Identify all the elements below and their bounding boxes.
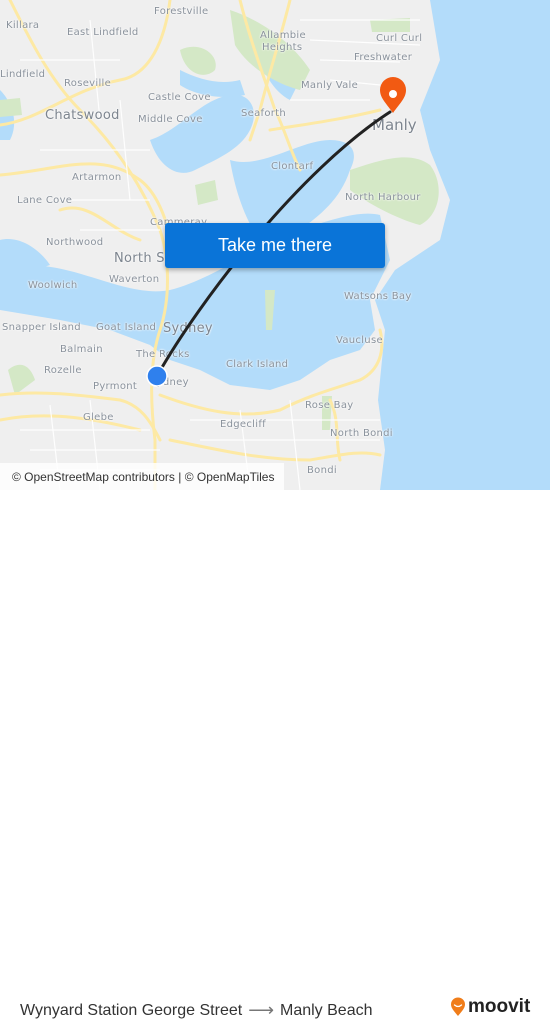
moovit-pin-icon [451,997,465,1016]
destination-pin-icon [380,77,406,113]
brand-name: moovit [468,996,531,1017]
route-summary: Wynyard Station George Street ⟶ Manly Be… [20,1000,373,1021]
origin-name: Wynyard Station George Street [20,1001,243,1019]
destination-name: Manly Beach [280,1001,373,1019]
moovit-logo[interactable]: moovit [450,996,530,1018]
footer: Wynyard Station George Street ⟶ Manly Be… [0,490,550,1020]
arrow-right-icon: ⟶ [248,1000,274,1020]
take-me-there-button[interactable]: Take me there [165,223,385,268]
map-attribution[interactable]: © OpenStreetMap contributors | © OpenMap… [0,463,285,490]
origin-marker [146,365,168,387]
map[interactable]: Killara Forestville East Lindfield Allam… [0,0,550,490]
